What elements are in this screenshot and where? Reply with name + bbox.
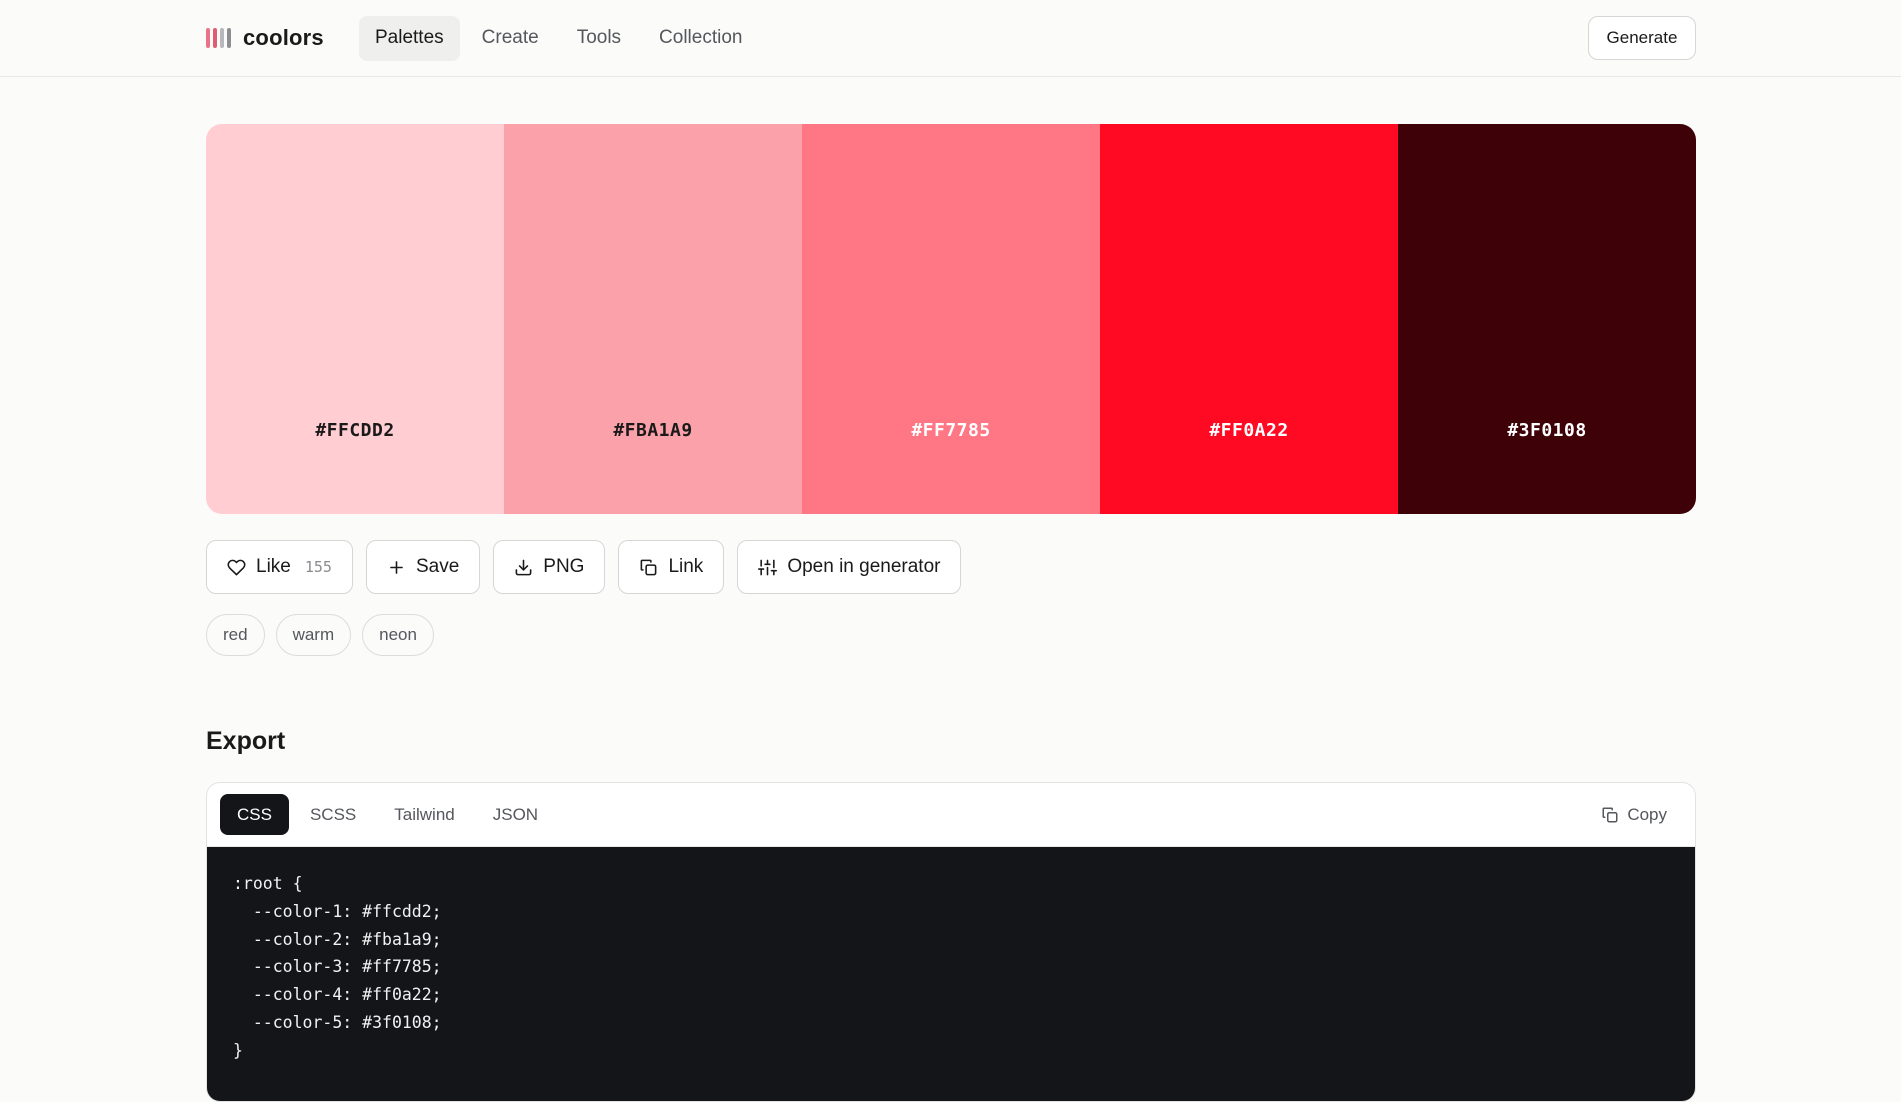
like-count: 155 xyxy=(304,558,332,576)
tab-scss[interactable]: SCSS xyxy=(293,794,373,835)
logo-bar-3 xyxy=(220,28,224,48)
save-label: Save xyxy=(415,556,460,577)
logo[interactable]: coolors xyxy=(206,22,324,54)
swatch-2[interactable]: #FBA1A9 xyxy=(504,124,802,514)
swatch-hex-label[interactable]: #FF0A22 xyxy=(1100,420,1398,441)
export-panel: CSS SCSS Tailwind JSON Copy :root { --co… xyxy=(206,782,1696,1102)
png-button[interactable]: PNG xyxy=(493,540,606,594)
tag-neon[interactable]: neon xyxy=(362,614,434,656)
swatch-hex-label[interactable]: #3F0108 xyxy=(1398,420,1696,441)
swatch-hex-label[interactable]: #FF7785 xyxy=(802,420,1100,441)
copy-code-button[interactable]: Copy xyxy=(1601,795,1667,835)
swatch-hex-label[interactable]: #FBA1A9 xyxy=(504,420,802,441)
swatch-5[interactable]: #3F0108 xyxy=(1398,124,1696,514)
code-block[interactable]: :root { --color-1: #ffcdd2; --color-2: #… xyxy=(207,847,1695,1101)
save-button[interactable]: Save xyxy=(365,540,481,594)
open-label: Open in generator xyxy=(787,556,941,577)
plus-icon xyxy=(390,560,403,574)
tab-css[interactable]: CSS xyxy=(220,794,289,835)
nav-palettes[interactable]: Palettes xyxy=(359,15,460,61)
tab-tailwind[interactable]: Tailwind xyxy=(377,794,471,835)
download-icon xyxy=(515,559,532,575)
open-in-generator-button[interactable]: Open in generator xyxy=(737,540,962,594)
copy-icon xyxy=(1602,807,1618,823)
link-label: Link xyxy=(668,556,704,577)
generate-button[interactable]: Generate xyxy=(1588,16,1696,60)
tab-json[interactable]: JSON xyxy=(476,794,555,835)
tag-red[interactable]: red xyxy=(206,614,265,656)
palette-actions: Like 155 Save PNG Link Open in generator xyxy=(206,540,962,594)
logo-icon xyxy=(206,28,231,48)
main-nav: Palettes Create Tools Collection xyxy=(359,15,758,61)
logo-bar-4 xyxy=(227,28,231,48)
export-tabs: CSS SCSS Tailwind JSON Copy xyxy=(207,783,1695,847)
tag-list: red warm neon xyxy=(206,614,434,656)
sliders-icon xyxy=(758,559,778,575)
copy-icon xyxy=(641,559,657,575)
heart-icon xyxy=(227,559,246,575)
top-header: coolors Palettes Create Tools Collection… xyxy=(0,0,1901,77)
nav-tools[interactable]: Tools xyxy=(561,16,637,61)
copy-label: Copy xyxy=(1627,805,1667,824)
export-heading: Export xyxy=(206,727,286,755)
logo-text: coolors xyxy=(243,25,324,50)
palette-strip: #FFCDD2 #FBA1A9 #FF7785 #FF0A22 #3F0108 xyxy=(206,124,1696,514)
swatch-hex-label[interactable]: #FFCDD2 xyxy=(206,420,504,441)
swatch-1[interactable]: #FFCDD2 xyxy=(206,124,504,514)
like-button[interactable]: Like 155 xyxy=(206,540,353,594)
logo-bar-1 xyxy=(206,28,210,48)
tag-warm[interactable]: warm xyxy=(275,614,352,656)
png-label: PNG xyxy=(543,556,585,577)
like-label: Like xyxy=(256,556,291,577)
swatch-3[interactable]: #FF7785 xyxy=(802,124,1100,514)
logo-bar-2 xyxy=(213,28,217,48)
link-button[interactable]: Link xyxy=(618,540,725,594)
nav-collection[interactable]: Collection xyxy=(643,16,758,61)
nav-create[interactable]: Create xyxy=(466,16,555,61)
swatch-4[interactable]: #FF0A22 xyxy=(1100,124,1398,514)
